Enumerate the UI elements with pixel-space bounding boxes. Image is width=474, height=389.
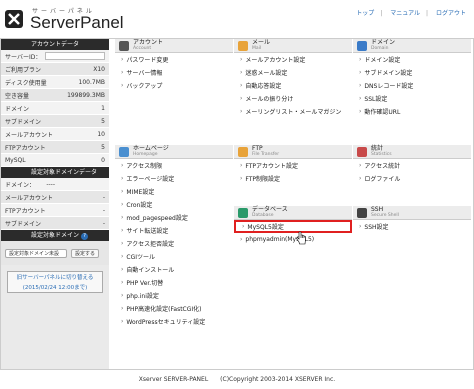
section-stats: 統計Statistics アクセス統計 ログファイル <box>353 145 471 185</box>
menu-mail-account[interactable]: メールアカウント設定 <box>234 53 352 66</box>
menu-ftp-limit[interactable]: FTP制限設定 <box>234 172 352 185</box>
section-ssh: SSHSecure Shell SSH設定 <box>353 206 471 233</box>
section-domain: ドメインDomain ドメイン設定 サブドメイン設定 DNSレコード設定 SSL… <box>353 39 471 118</box>
free-space-row: 空き容量 199899.3MB <box>1 89 109 102</box>
menu-grid: アカウントAccount パスワード変更 サーバー情報 バックアップ メールMa… <box>115 39 471 357</box>
account-icon <box>119 40 129 51</box>
menu-error-page[interactable]: エラーページ設定 <box>115 172 233 185</box>
menu-redirect[interactable]: サイト転送設定 <box>115 224 233 237</box>
account-data-heading: アカウントデータ <box>1 39 109 50</box>
target-subdomain-row: サブドメイン - <box>1 217 109 230</box>
target-domain-row: ドメイン： ---- <box>1 178 109 191</box>
menu-access-limit[interactable]: アクセス制限 <box>115 159 233 172</box>
hand-cursor-icon <box>296 231 306 245</box>
server-id-row: サーバーID： <box>1 50 109 63</box>
menu-ssh[interactable]: SSH設定 <box>353 220 471 233</box>
section-homepage: ホームページHomepage アクセス制限 エラーページ設定 MIME設定 Cr… <box>115 145 233 328</box>
target-ftp-row: FTPアカウント - <box>1 204 109 217</box>
domain-icon <box>357 40 367 51</box>
main-frame: アカウントデータ サーバーID： ご利用プラン X10 ディスク使用量 100.7M… <box>0 38 474 370</box>
top-links: トップ | マニュアル | ログアウト <box>356 10 466 17</box>
menu-log-file[interactable]: ログファイル <box>353 172 471 185</box>
manual-link[interactable]: マニュアル <box>390 10 420 17</box>
section-account: アカウントAccount パスワード変更 サーバー情報 バックアップ <box>115 39 233 92</box>
menu-mysql5[interactable]: MySQL5設定 <box>234 220 352 233</box>
ssh-icon <box>357 207 367 218</box>
menu-cron[interactable]: Cron設定 <box>115 198 233 211</box>
menu-pagespeed[interactable]: mod_pagespeed設定 <box>115 211 233 224</box>
footer: Xserver SERVER-PANEL (C)Copyright 2003-2… <box>138 376 336 383</box>
domain-data-heading: 設定対象ドメインデータ <box>1 167 109 178</box>
header: サーバーパネル ServerPanel トップ | マニュアル | ログアウト <box>0 0 474 34</box>
menu-cgi[interactable]: CGIツール <box>115 250 233 263</box>
menu-wp-security[interactable]: WordPressセキュリティ設定 <box>115 315 233 328</box>
mail-count-row: メールアカウント 10 <box>1 128 109 141</box>
section-mail: メールMail メールアカウント設定 迷惑メール設定 自動応答設定 メールの振り… <box>234 39 352 118</box>
sidebar: アカウントデータ サーバーID： ご利用プラン X10 ディスク使用量 100.7M… <box>1 39 109 369</box>
menu-auto-install[interactable]: 自動インストール <box>115 263 233 276</box>
menu-phpmyadmin[interactable]: phpmyadmin(MySQL5) <box>234 233 352 246</box>
disk-usage-row: ディスク使用量 100.7MB <box>1 76 109 89</box>
mysql-count-row: MySQL 0 <box>1 154 109 167</box>
database-icon <box>238 207 248 218</box>
target-mail-row: メールアカウント - <box>1 191 109 204</box>
menu-spam[interactable]: 迷惑メール設定 <box>234 66 352 79</box>
menu-test-url[interactable]: 動作確認URL <box>353 105 471 118</box>
menu-php-version[interactable]: PHP Ver.切替 <box>115 276 233 289</box>
target-domain-heading: 設定対象ドメイン? <box>1 230 109 241</box>
set-domain-button[interactable]: 設定する <box>71 248 100 258</box>
menu-mime[interactable]: MIME設定 <box>115 185 233 198</box>
menu-access-deny[interactable]: アクセス拒否設定 <box>115 237 233 250</box>
section-ftp: FTPFile Transfer FTPアカウント設定 FTP制限設定 <box>234 145 352 185</box>
menu-password[interactable]: パスワード変更 <box>115 53 233 66</box>
top-link[interactable]: トップ <box>356 10 374 17</box>
menu-ftp-account[interactable]: FTPアカウント設定 <box>234 159 352 172</box>
logo-title: ServerPanel <box>30 13 124 32</box>
menu-subdomain[interactable]: サブドメイン設定 <box>353 66 471 79</box>
section-database: データベースDatabase MySQL5設定 phpmyadmin(MySQL… <box>234 206 352 246</box>
subdomain-count-row: サブドメイン 5 <box>1 115 109 128</box>
mail-icon <box>238 40 248 51</box>
menu-autoreply[interactable]: 自動応答設定 <box>234 79 352 92</box>
menu-dns[interactable]: DNSレコード設定 <box>353 79 471 92</box>
server-id-value <box>45 52 105 60</box>
logout-link[interactable]: ログアウト <box>436 10 466 17</box>
menu-domain[interactable]: ドメイン設定 <box>353 53 471 66</box>
domain-count-row: ドメイン 1 <box>1 102 109 115</box>
domain-select-area: 設定対象ドメイン未設 設定する <box>1 241 109 265</box>
ftp-icon <box>238 146 248 157</box>
menu-php-ini[interactable]: php.ini設定 <box>115 289 233 302</box>
menu-mailing-list[interactable]: メーリングリスト・メールマガジン <box>234 105 352 118</box>
menu-ssl[interactable]: SSL設定 <box>353 92 471 105</box>
ftp-count-row: FTPアカウント 5 <box>1 141 109 154</box>
stats-icon <box>357 146 367 157</box>
menu-server-info[interactable]: サーバー情報 <box>115 66 233 79</box>
menu-access-stats[interactable]: アクセス統計 <box>353 159 471 172</box>
xserver-logo-icon <box>5 10 23 28</box>
menu-mail-filter[interactable]: メールの振り分け <box>234 92 352 105</box>
domain-select[interactable]: 設定対象ドメイン未設 <box>5 248 67 258</box>
plan-row: ご利用プラン X10 <box>1 63 109 76</box>
menu-fastcgi[interactable]: PHP高速化設定(FastCGI化) <box>115 302 233 315</box>
old-panel-button[interactable]: 旧サーバーパネルに切り替える (2015/02/24 12:00まで) <box>7 271 103 293</box>
menu-backup[interactable]: バックアップ <box>115 79 233 92</box>
help-icon[interactable]: ? <box>81 233 89 240</box>
homepage-icon <box>119 146 129 157</box>
